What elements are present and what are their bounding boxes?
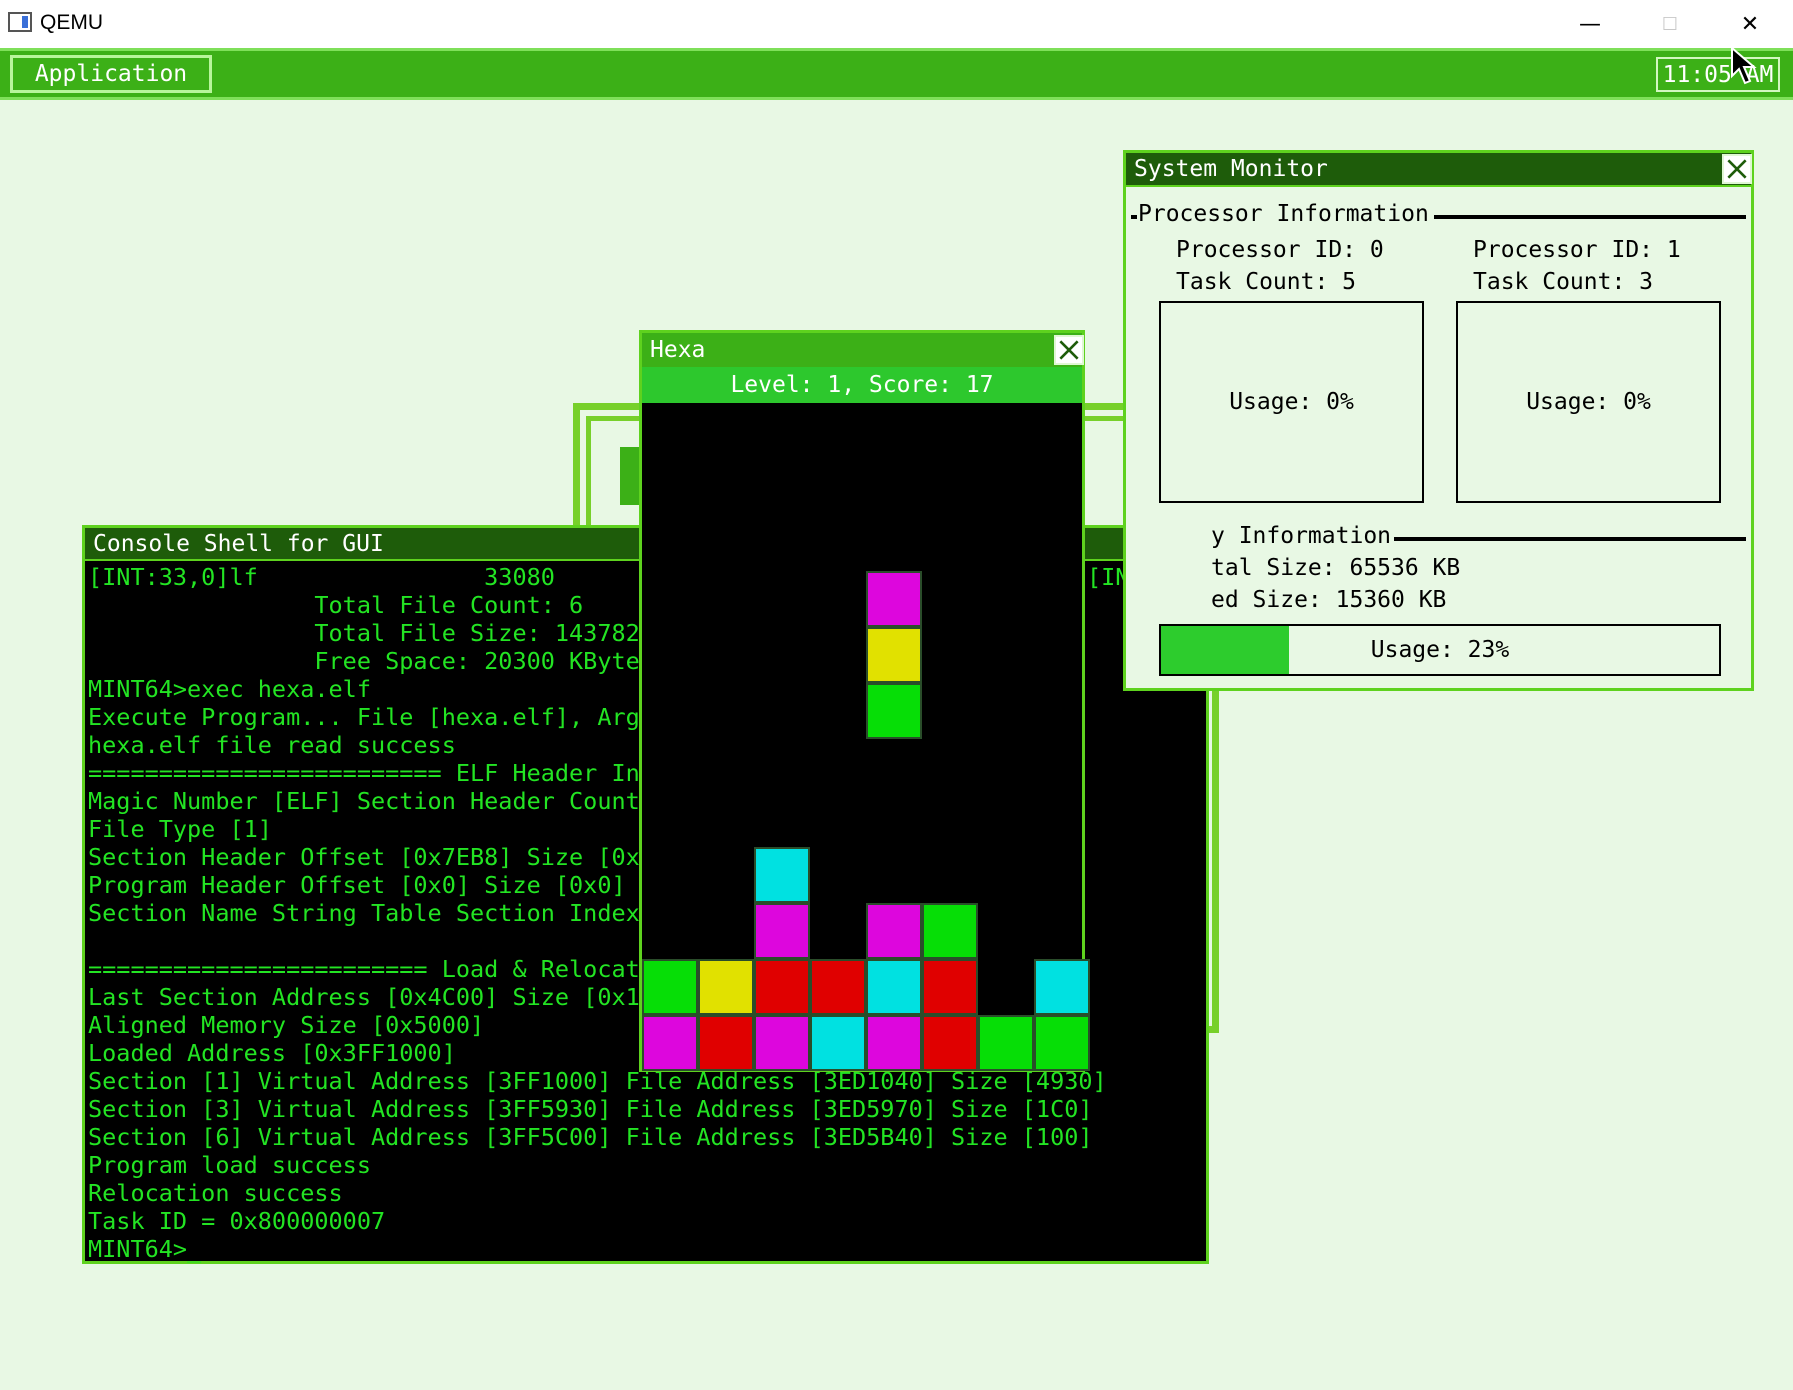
- hexa-block: [1034, 1015, 1090, 1071]
- console-line: Execute Program... File [hexa.elf], Argu: [88, 703, 654, 731]
- memory-section-rule: [1394, 537, 1746, 541]
- console-line: Total File Count: 6: [88, 591, 584, 619]
- processor-1-usage-box: Usage: 0%: [1456, 301, 1721, 503]
- sysmon-close-button[interactable]: [1722, 154, 1752, 184]
- processor-section-rule-left: [1131, 215, 1137, 219]
- hexa-block: [1034, 959, 1090, 1015]
- hexa-block: [922, 903, 978, 959]
- console-line: Free Space: 20300 KByte: [88, 647, 640, 675]
- hexa-block: [922, 1015, 978, 1071]
- processor-0-task-count: Task Count: 5: [1176, 269, 1357, 295]
- hexa-block: [866, 683, 922, 739]
- memory-section-title: y Information: [1211, 523, 1392, 549]
- hexa-block: [866, 903, 922, 959]
- close-icon: [1727, 159, 1747, 179]
- processor-0-usage-box: Usage: 0%: [1159, 301, 1424, 503]
- qemu-app-icon: [8, 12, 32, 32]
- processor-1-id: Processor ID: 1: [1473, 237, 1681, 263]
- host-titlebar: [0, 0, 1793, 49]
- hexa-close-button[interactable]: [1054, 335, 1084, 365]
- console-line: ======================== Load & Relocati: [88, 955, 654, 983]
- processor-0-usage-label: Usage: 0%: [1229, 389, 1354, 415]
- hexa-block: [698, 1015, 754, 1071]
- processor-1-usage-label: Usage: 0%: [1526, 389, 1651, 415]
- hexa-title: Hexa: [650, 337, 706, 363]
- sysmon-title: System Monitor: [1134, 156, 1328, 182]
- memory-usage-label: Usage: 23%: [1370, 637, 1510, 663]
- console-line: Magic Number [ELF] Section Header Count: [88, 787, 640, 815]
- hexa-block: [754, 903, 810, 959]
- hexa-block: [922, 959, 978, 1015]
- hexa-block: [866, 1015, 922, 1071]
- application-menu-button[interactable]: Application: [10, 55, 212, 93]
- sysmon-titlebar[interactable]: System Monitor: [1126, 153, 1751, 187]
- hexa-block: [754, 847, 810, 903]
- console-line: Aligned Memory Size [0x5000]: [88, 1011, 485, 1039]
- system-monitor-window[interactable]: System Monitor Processor Information Pro…: [1123, 150, 1754, 691]
- processor-section-title: Processor Information: [1138, 201, 1429, 227]
- console-line: Last Section Address [0x4C00] Size [0x10: [88, 983, 654, 1011]
- console-line: Section Name String Table Section Index: [88, 899, 640, 927]
- minimize-button[interactable]: —: [1562, 6, 1618, 42]
- console-line: Task ID = 0x800000007: [88, 1207, 386, 1235]
- hexa-game-window[interactable]: Hexa Level: 1, Score: 17: [639, 330, 1090, 1072]
- hexa-block: [698, 959, 754, 1015]
- memory-usage-bar: Usage: 23%: [1159, 624, 1721, 676]
- memory-total-size: tal Size: 65536 KB: [1211, 555, 1461, 581]
- console-line: Total File Size: 143782: [88, 619, 640, 647]
- host-window-title: QEMU: [40, 11, 103, 34]
- hexa-block: [754, 959, 810, 1015]
- close-button[interactable]: ✕: [1722, 6, 1778, 42]
- hexa-block: [754, 1015, 810, 1071]
- console-line: Section [6] Virtual Address [3FF5C00] Fi…: [88, 1123, 1093, 1151]
- maximize-button[interactable]: ☐: [1642, 6, 1698, 42]
- hexa-score-bar: Level: 1, Score: 17: [642, 367, 1082, 403]
- processor-section-rule-right: [1434, 215, 1746, 219]
- console-line: Loaded Address [0x3FF1000]: [88, 1039, 456, 1067]
- mouse-cursor-icon: [1731, 46, 1757, 85]
- hexa-titlebar[interactable]: Hexa: [642, 333, 1082, 367]
- console-line: Relocation success: [88, 1179, 343, 1207]
- hexa-game-board[interactable]: [642, 403, 1090, 1071]
- hexa-block: [642, 959, 698, 1015]
- console-line: Program load success: [88, 1151, 371, 1179]
- console-line: Section Header Offset [0x7EB8] Size [0x4: [88, 843, 654, 871]
- hexa-block: [810, 959, 866, 1015]
- processor-0-id: Processor ID: 0: [1176, 237, 1384, 263]
- hexa-block: [866, 571, 922, 627]
- processor-1-task-count: Task Count: 3: [1473, 269, 1654, 295]
- console-line: File Type [1]: [88, 815, 272, 843]
- hexa-block: [866, 959, 922, 1015]
- close-icon: [1059, 340, 1079, 360]
- console-line: hexa.elf file read success: [88, 731, 456, 759]
- console-line: MINT64>exec hexa.elf: [88, 675, 371, 703]
- console-line: ========================= ELF Header Inf: [88, 759, 654, 787]
- hexa-block: [978, 1015, 1034, 1071]
- console-line: MINT64>_: [88, 1235, 202, 1263]
- console-line: Program Header Offset [0x0] Size [0x0]: [88, 871, 626, 899]
- taskbar: [0, 48, 1793, 100]
- hexa-block: [866, 627, 922, 683]
- hexa-block: [810, 1015, 866, 1071]
- console-line: [INT:33,0]lf 33080: [88, 563, 555, 591]
- hexa-block: [642, 1015, 698, 1071]
- memory-used-size: ed Size: 15360 KB: [1211, 587, 1447, 613]
- console-title: Console Shell for GUI: [93, 530, 384, 557]
- console-line: Section [3] Virtual Address [3FF5930] Fi…: [88, 1095, 1093, 1123]
